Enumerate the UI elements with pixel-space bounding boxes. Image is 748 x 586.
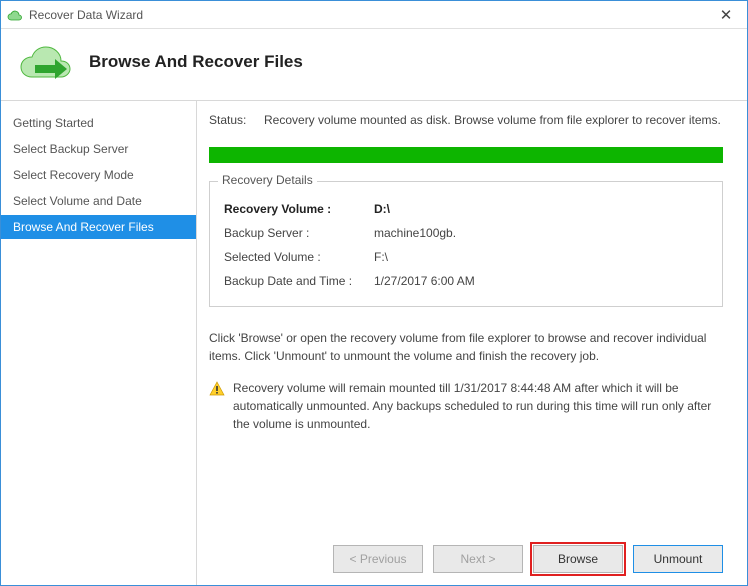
status-label: Status: <box>209 113 264 127</box>
button-bar: < Previous Next > Browse Unmount <box>209 533 723 573</box>
progress-bar <box>209 147 723 163</box>
detail-value: D:\ <box>374 202 390 216</box>
sidebar-item-getting-started[interactable]: Getting Started <box>1 111 196 135</box>
main-panel: Status: Recovery volume mounted as disk.… <box>196 101 747 585</box>
detail-value: machine100gb. <box>374 226 456 240</box>
detail-backup-server: Backup Server : machine100gb. <box>224 226 708 240</box>
detail-label: Backup Server : <box>224 226 374 240</box>
details-legend: Recovery Details <box>218 173 317 187</box>
close-button[interactable]: ✕ <box>711 6 741 24</box>
next-button: Next > <box>433 545 523 573</box>
sidebar-item-select-volume-date[interactable]: Select Volume and Date <box>1 189 196 213</box>
status-text: Recovery volume mounted as disk. Browse … <box>264 113 721 127</box>
browse-button[interactable]: Browse <box>533 545 623 573</box>
status-row: Status: Recovery volume mounted as disk.… <box>209 113 723 127</box>
previous-button: < Previous <box>333 545 423 573</box>
detail-selected-volume: Selected Volume : F:\ <box>224 250 708 264</box>
detail-value: F:\ <box>374 250 388 264</box>
detail-recovery-volume: Recovery Volume : D:\ <box>224 202 708 216</box>
titlebar: Recover Data Wizard ✕ <box>1 1 747 29</box>
detail-backup-datetime: Backup Date and Time : 1/27/2017 6:00 AM <box>224 274 708 288</box>
cloud-arrow-icon <box>17 39 77 84</box>
app-icon <box>7 7 23 23</box>
detail-label: Backup Date and Time : <box>224 274 374 288</box>
window-title: Recover Data Wizard <box>29 8 143 22</box>
detail-label: Selected Volume : <box>224 250 374 264</box>
sidebar-item-browse-recover[interactable]: Browse And Recover Files <box>1 215 196 239</box>
content-area: Getting Started Select Backup Server Sel… <box>1 100 747 585</box>
page-title: Browse And Recover Files <box>89 52 303 72</box>
sidebar-item-select-backup-server[interactable]: Select Backup Server <box>1 137 196 161</box>
detail-label: Recovery Volume : <box>224 202 374 216</box>
instructions-text: Click 'Browse' or open the recovery volu… <box>209 329 723 365</box>
warning-icon <box>209 381 225 397</box>
warning-text: Recovery volume will remain mounted till… <box>233 379 723 433</box>
recovery-details-group: Recovery Details Recovery Volume : D:\ B… <box>209 181 723 307</box>
unmount-button[interactable]: Unmount <box>633 545 723 573</box>
wizard-header: Browse And Recover Files <box>1 29 747 100</box>
sidebar-item-select-recovery-mode[interactable]: Select Recovery Mode <box>1 163 196 187</box>
wizard-steps-sidebar: Getting Started Select Backup Server Sel… <box>1 101 196 585</box>
warning-row: Recovery volume will remain mounted till… <box>209 379 723 433</box>
detail-value: 1/27/2017 6:00 AM <box>374 274 475 288</box>
